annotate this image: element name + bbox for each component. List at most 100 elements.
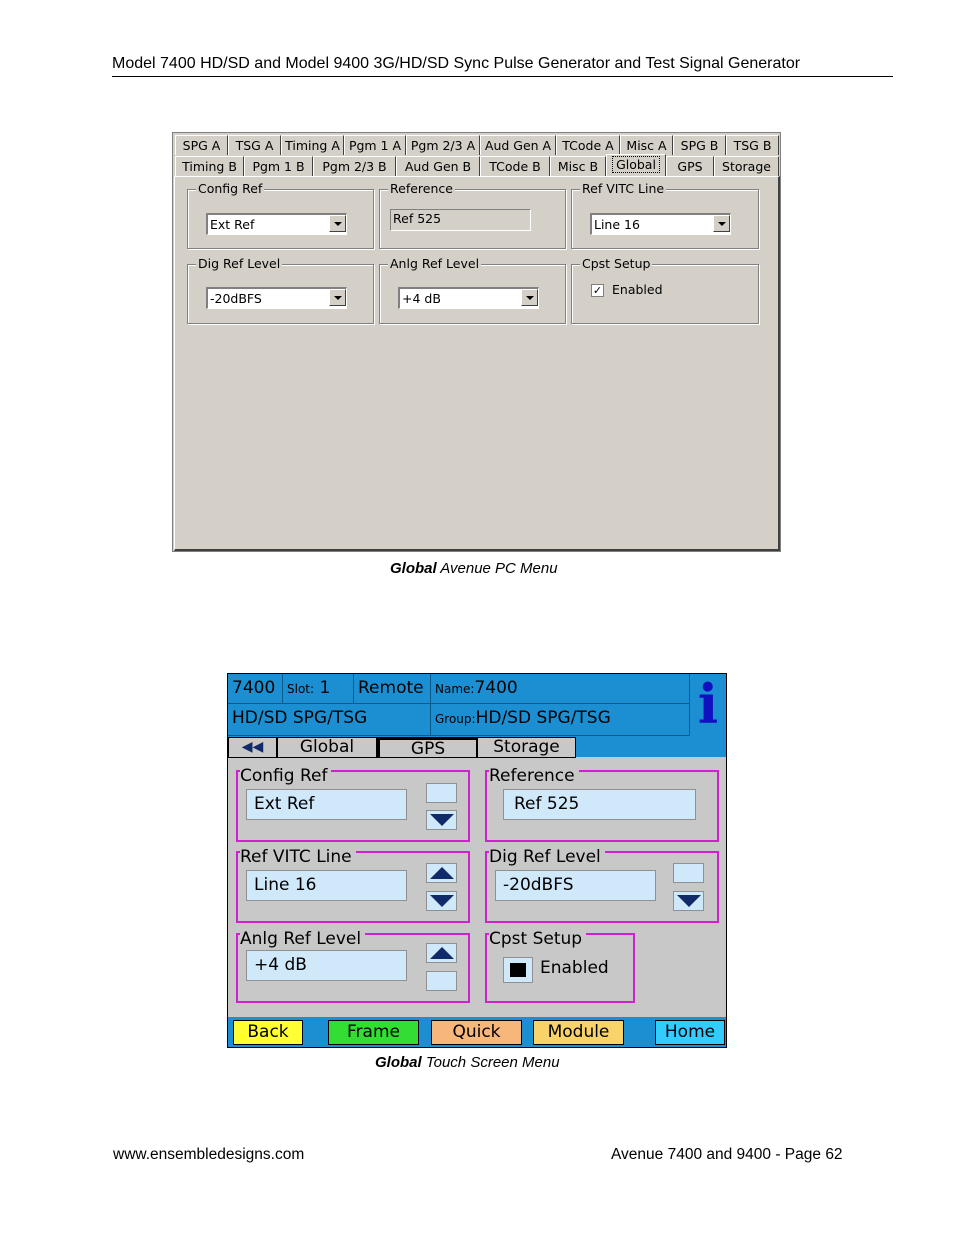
ts-model: 7400 (228, 674, 283, 704)
arrow-up-icon[interactable] (426, 943, 457, 963)
tab-tsg-a[interactable]: TSG A (228, 135, 281, 155)
tab-pgm1-b[interactable]: Pgm 1 B (244, 156, 313, 176)
arrow-down-icon[interactable] (673, 891, 704, 911)
tab-misc-a[interactable]: Misc A (620, 135, 673, 155)
header-rule (112, 76, 893, 77)
arrow-down-icon[interactable] (426, 891, 457, 911)
tab-pgm23-b[interactable]: Pgm 2/3 B (313, 156, 396, 176)
ts-name: Name:7400 (431, 674, 690, 704)
ts-ref-vitc-value[interactable]: Line 16 (246, 870, 407, 901)
ts-cpst-label: Cpst Setup (489, 930, 587, 948)
ts-group-value: HD/SD SPG/TSG (475, 708, 611, 728)
info-icon[interactable]: i (690, 674, 726, 734)
ts-cpst-checkbox[interactable] (503, 957, 533, 983)
avenue-pc-menu: SPG A TSG A Timing A Pgm 1 A Pgm 2/3 A A… (172, 132, 781, 552)
caption-ts-rest: Touch Screen Menu (421, 1054, 560, 1071)
reference-value: Ref 525 (393, 211, 442, 226)
caption-pc-rest: Avenue PC Menu (436, 560, 558, 577)
ts-name-value: 7400 (474, 678, 518, 698)
tab-tcode-b[interactable]: TCode B (480, 156, 550, 176)
caption-pc-bold: Global (390, 560, 437, 577)
back-button[interactable]: Back (233, 1020, 303, 1045)
tab-audgen-a[interactable]: Aud Gen A (480, 135, 556, 155)
ts-anlg-ref-label: Anlg Ref Level (240, 930, 366, 948)
ts-dig-ref-label: Dig Ref Level (489, 848, 605, 866)
tab-timing-b[interactable]: Timing B (175, 156, 244, 176)
cpst-setup-group: Cpst Setup ✓ Enabled (571, 256, 759, 324)
ts-tab-storage[interactable]: Storage (477, 737, 576, 758)
ts-reference-label: Reference (489, 767, 579, 785)
config-ref-select[interactable]: Ext Ref (206, 213, 347, 235)
tab-spg-b[interactable]: SPG B (673, 135, 726, 155)
caption-ts-bold: Global (375, 1054, 422, 1071)
anlg-ref-level-select[interactable]: +4 dB (398, 287, 539, 309)
tab-timing-a[interactable]: Timing A (281, 135, 344, 155)
config-ref-value: Ext Ref (210, 217, 255, 232)
anlg-ref-level-group: Anlg Ref Level +4 dB (379, 256, 566, 324)
tab-tcode-a[interactable]: TCode A (556, 135, 620, 155)
tab-storage[interactable]: Storage (714, 156, 779, 176)
ts-tab-gps[interactable]: GPS (377, 737, 477, 759)
reference-label: Reference (388, 181, 455, 196)
tab-pgm1-a[interactable]: Pgm 1 A (344, 135, 406, 155)
tab-spg-a[interactable]: SPG A (175, 135, 228, 155)
anlg-ref-level-value: +4 dB (402, 291, 441, 306)
ts-ref-vitc-box: Ref VITC Line Line 16 (236, 848, 470, 923)
global-panel: Config Ref Ext Ref Reference Ref 525 Ref… (174, 176, 780, 551)
module-button[interactable]: Module (533, 1020, 624, 1045)
ref-vitc-line-group: Ref VITC Line Line 16 (571, 181, 759, 249)
anlg-ref-level-label: Anlg Ref Level (388, 256, 482, 271)
ts-cpst-box: Cpst Setup Enabled (485, 930, 635, 1003)
ts-reference-box: Reference Ref 525 (485, 767, 719, 842)
ts-mode: Remote (354, 674, 431, 704)
arrow-up-icon[interactable] (426, 863, 457, 883)
caption-touch-screen: Global Touch Screen Menu (375, 1054, 560, 1071)
ts-anlg-ref-down-blank (426, 971, 457, 991)
ts-anlg-ref-value[interactable]: +4 dB (246, 950, 407, 981)
ts-config-ref-label: Config Ref (240, 767, 332, 785)
dig-ref-level-select[interactable]: -20dBFS (206, 287, 347, 309)
tab-global[interactable]: Global (606, 154, 666, 177)
frame-button[interactable]: Frame (328, 1020, 419, 1045)
chevron-down-icon[interactable] (713, 215, 730, 232)
touch-screen-menu: 7400 Slot: 1 Remote Name:7400 HD/SD SPG/… (227, 673, 727, 1048)
ts-dig-ref-up-blank (673, 863, 704, 883)
ts-group-label: Group: (435, 712, 476, 726)
home-button[interactable]: Home (655, 1020, 725, 1045)
cpst-enabled-label: Enabled (612, 282, 663, 297)
tab-misc-b[interactable]: Misc B (550, 156, 606, 176)
ts-tab-global[interactable]: Global (277, 737, 377, 758)
caption-pc-menu: Global Avenue PC Menu (390, 560, 558, 577)
tab-pgm23-a[interactable]: Pgm 2/3 A (406, 135, 480, 155)
tab-global-label: Global (612, 156, 660, 173)
tab-audgen-b[interactable]: Aud Gen B (396, 156, 480, 176)
tab-gps[interactable]: GPS (666, 156, 714, 176)
ts-slot-value: 1 (319, 678, 331, 698)
ts-anlg-ref-box: Anlg Ref Level +4 dB (236, 930, 470, 1003)
ref-vitc-line-label: Ref VITC Line (580, 181, 667, 196)
chevron-down-icon[interactable] (329, 289, 346, 306)
chevron-down-icon[interactable] (329, 215, 346, 232)
arrow-down-icon[interactable] (426, 810, 457, 830)
footer-website[interactable]: www.ensembledesigns.com (113, 1146, 304, 1164)
nav-back-icon[interactable]: ◀◀ (228, 737, 277, 758)
ts-config-ref-value[interactable]: Ext Ref (246, 789, 407, 820)
footer-page-number: Avenue 7400 and 9400 - Page 62 (611, 1146, 843, 1163)
ts-slot: Slot: 1 (283, 674, 354, 704)
ts-ref-vitc-label: Ref VITC Line (240, 848, 356, 866)
cpst-enabled-checkbox[interactable]: ✓ (591, 284, 604, 297)
ts-group: Group:HD/SD SPG/TSG (431, 704, 690, 736)
ref-vitc-line-value: Line 16 (594, 217, 640, 232)
tab-tsg-b[interactable]: TSG B (726, 135, 779, 155)
quick-button[interactable]: Quick (431, 1020, 522, 1045)
ts-config-ref-up-blank (426, 783, 457, 803)
config-ref-group: Config Ref Ext Ref (187, 181, 374, 249)
ts-config-ref-box: Config Ref Ext Ref (236, 767, 470, 842)
ref-vitc-line-select[interactable]: Line 16 (590, 213, 731, 235)
reference-group: Reference Ref 525 (379, 181, 566, 249)
chevron-down-icon[interactable] (521, 289, 538, 306)
ts-cpst-enabled-label: Enabled (540, 958, 609, 978)
dig-ref-level-label: Dig Ref Level (196, 256, 283, 271)
ts-dig-ref-value[interactable]: -20dBFS (495, 870, 656, 901)
dig-ref-level-group: Dig Ref Level -20dBFS (187, 256, 374, 324)
